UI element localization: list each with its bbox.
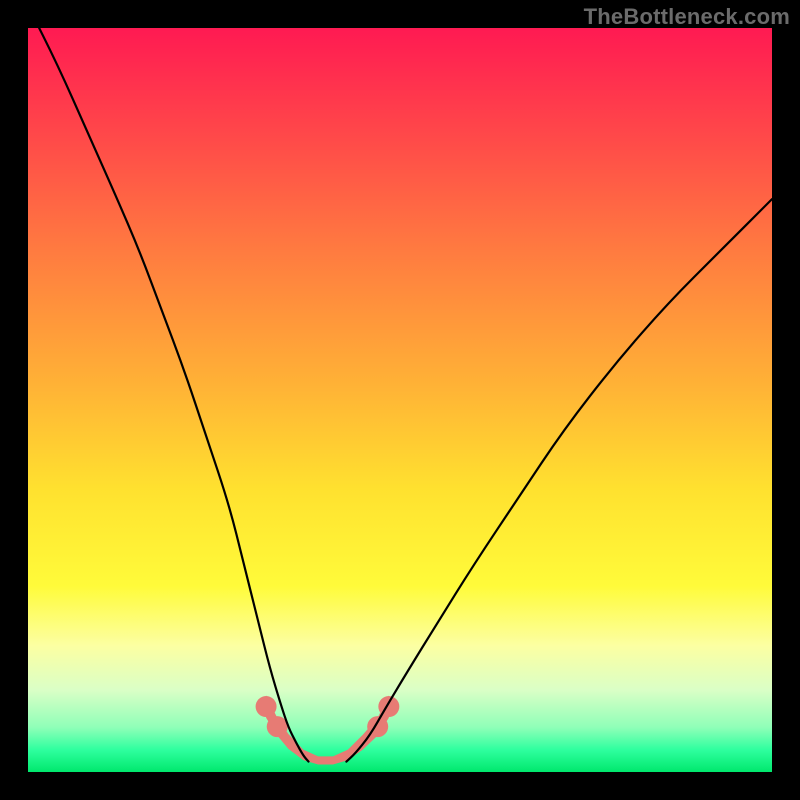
chart-frame: TheBottleneck.com xyxy=(0,0,800,800)
plot-area xyxy=(28,28,772,772)
valley-band xyxy=(256,695,400,764)
watermark-text: TheBottleneck.com xyxy=(584,4,790,30)
right-curve xyxy=(346,199,772,761)
left-curve xyxy=(28,28,308,762)
bottleneck-curve-plot xyxy=(28,28,772,772)
